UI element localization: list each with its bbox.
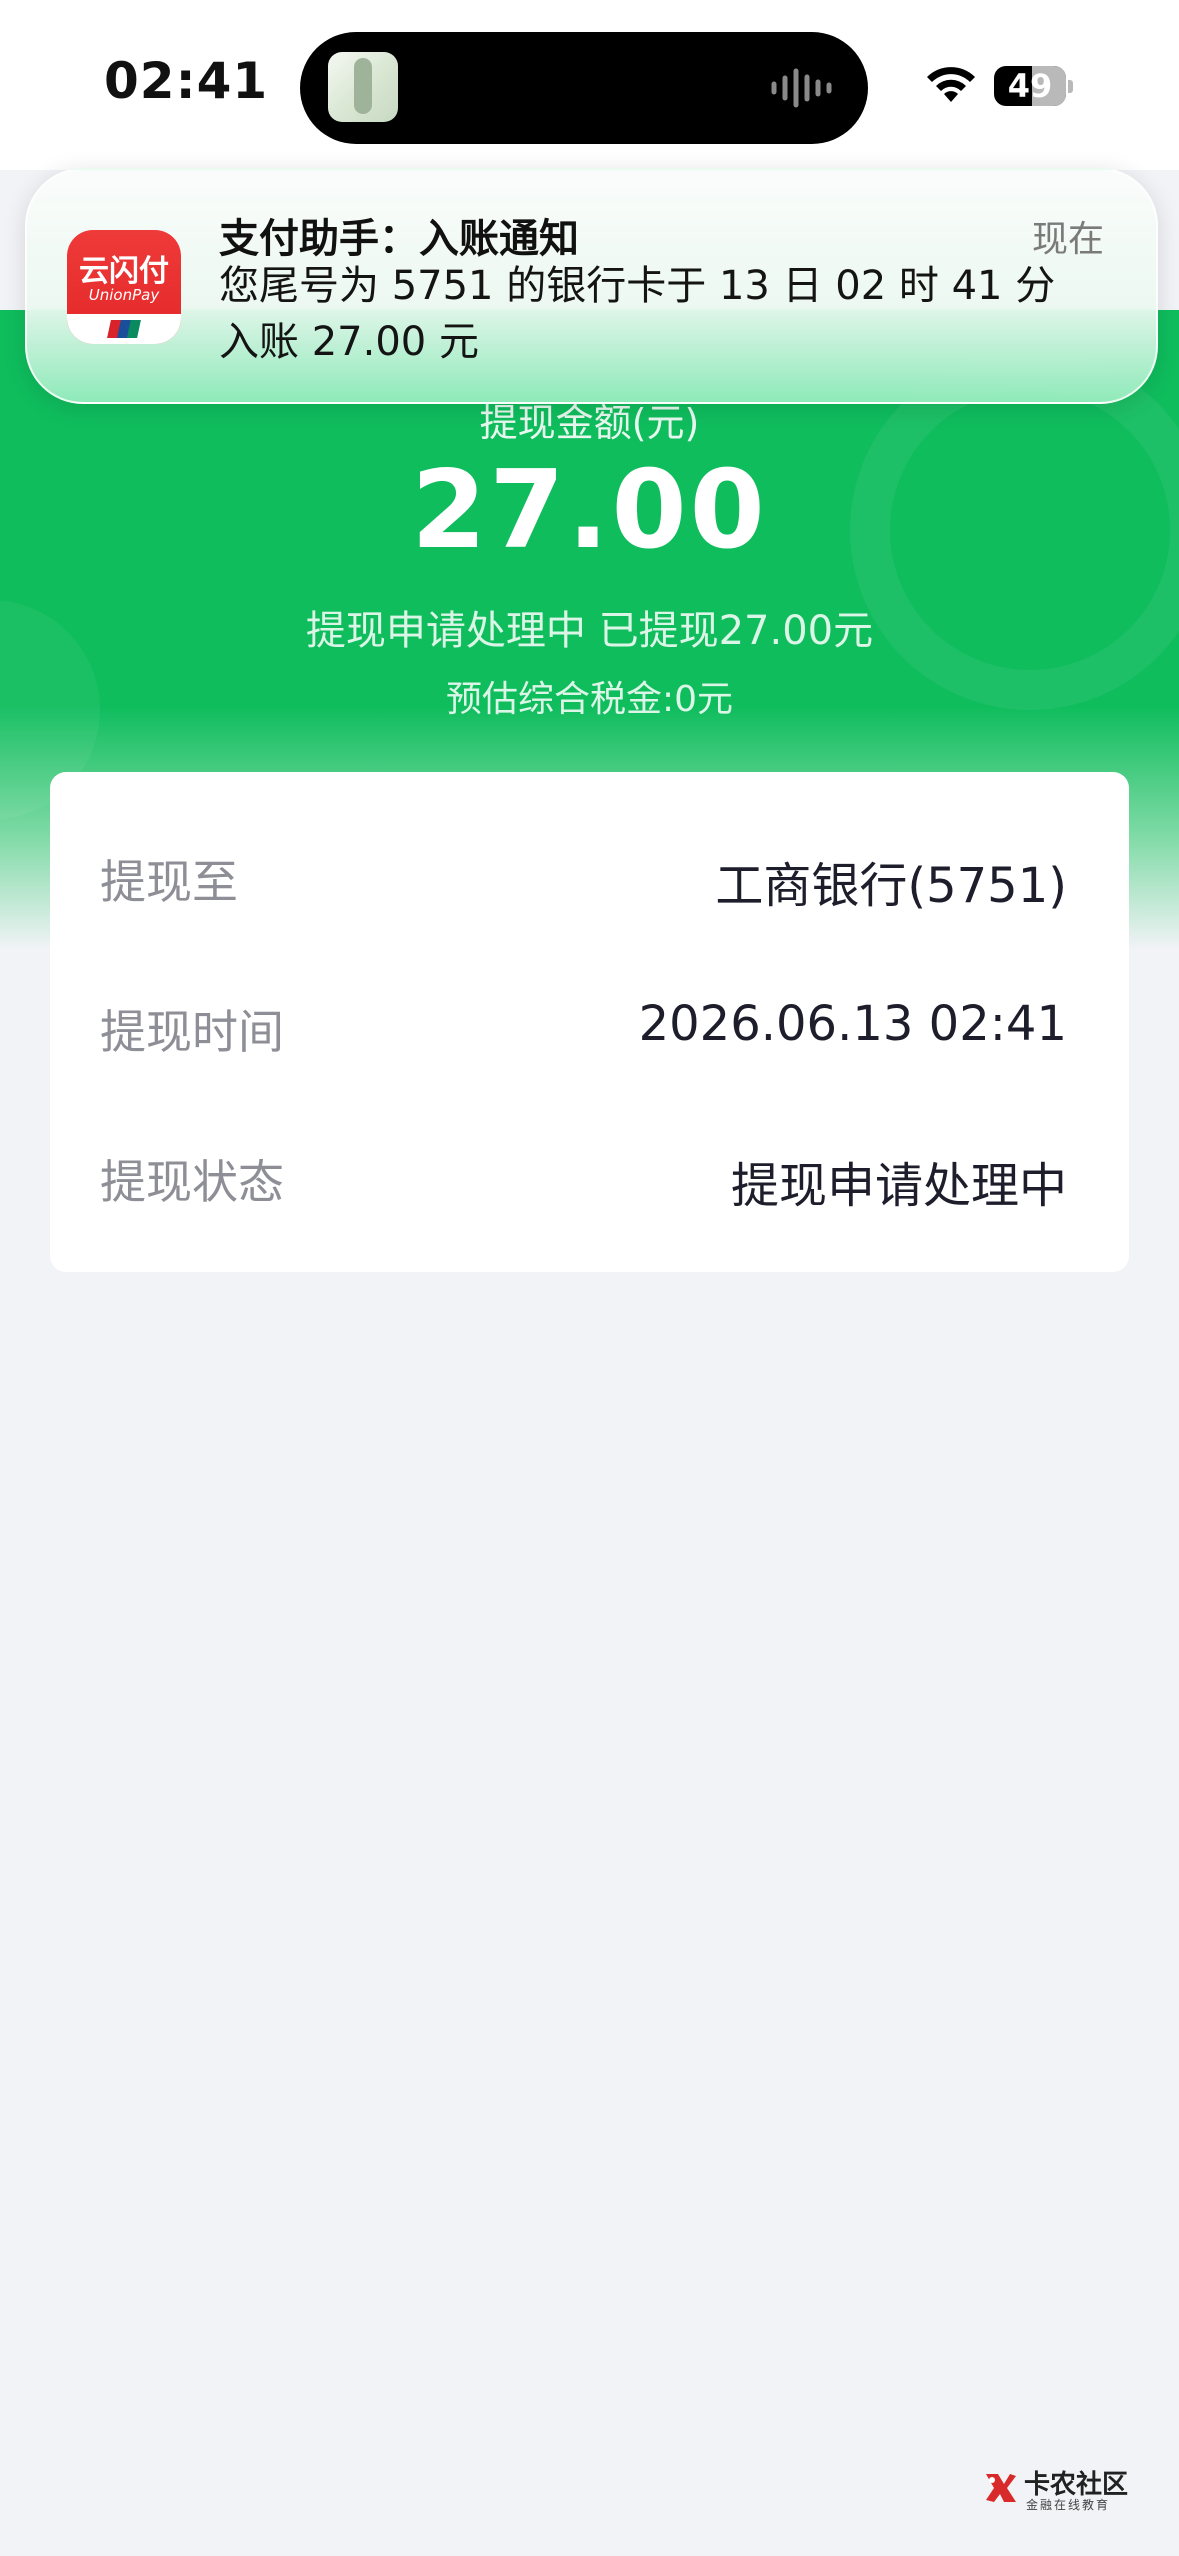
wifi-icon	[927, 67, 975, 102]
detail-label: 提现至	[100, 855, 238, 909]
withdrawal-amount: 27.00	[411, 448, 768, 573]
detail-row-destination: 提现至 工商银行(5751)	[100, 832, 1067, 914]
unionpay-app-icon: 云闪付 UnionPay	[67, 230, 181, 344]
notification-body-line: 您尾号为 5751 的银行卡于 13 日 02 时 41 分	[219, 263, 1056, 309]
notification-body-line: 入账 27.00 元	[219, 319, 479, 365]
notification-title: 支付助手：入账通知	[219, 216, 579, 262]
app-icon-logo-text: 云闪付	[79, 254, 169, 289]
withdrawal-status-text: 提现申请处理中 已提现27.00元	[305, 608, 874, 654]
detail-value: 提现申请处理中	[730, 1158, 1067, 1214]
status-bar: 02:41 49	[0, 0, 1179, 170]
dynamic-island[interactable]	[300, 32, 868, 144]
withdrawal-details-card: 提现至 工商银行(5751) 提现时间 2026.06.13 02:41 提现状…	[50, 772, 1129, 1272]
unionpay-flag-icon	[107, 320, 141, 338]
detail-value: 工商银行(5751)	[715, 858, 1067, 914]
watermark-subtitle: 金融在线教育	[1026, 2498, 1111, 2512]
estimated-tax-text: 预估综合税金:0元	[445, 679, 734, 720]
status-time: 02:41	[104, 52, 269, 110]
battery-level: 49	[1007, 67, 1053, 105]
battery-tip	[1068, 80, 1073, 93]
watermark-logo-icon	[986, 2474, 1016, 2502]
withdrawal-detail-page: 提现金额(元) 27.00 提现申请处理中 已提现27.00元 预估综合税金:0…	[0, 0, 1179, 2556]
watermark: 卡农社区 金融在线教育	[980, 2464, 1140, 2514]
detail-row-time: 提现时间 2026.06.13 02:41	[100, 982, 1067, 1062]
notification-body: 您尾号为 5751 的银行卡于 13 日 02 时 41 分 入账 27.00 …	[219, 258, 1099, 370]
detail-row-status: 提现状态 提现申请处理中	[100, 1132, 1067, 1214]
push-notification-banner[interactable]: 云闪付 UnionPay 支付助手：入账通知 现在 您尾号为 5751 的银行卡…	[25, 168, 1158, 404]
detail-label: 提现时间	[100, 1005, 284, 1059]
notification-time: 现在	[1031, 219, 1104, 260]
media-thumbnail	[328, 52, 398, 122]
app-icon-sub-text: UnionPay	[88, 286, 160, 304]
audio-waveform-icon	[771, 68, 832, 108]
battery-indicator: 49	[994, 66, 1066, 106]
detail-value: 2026.06.13 02:41	[638, 996, 1067, 1052]
detail-label: 提现状态	[100, 1155, 284, 1209]
